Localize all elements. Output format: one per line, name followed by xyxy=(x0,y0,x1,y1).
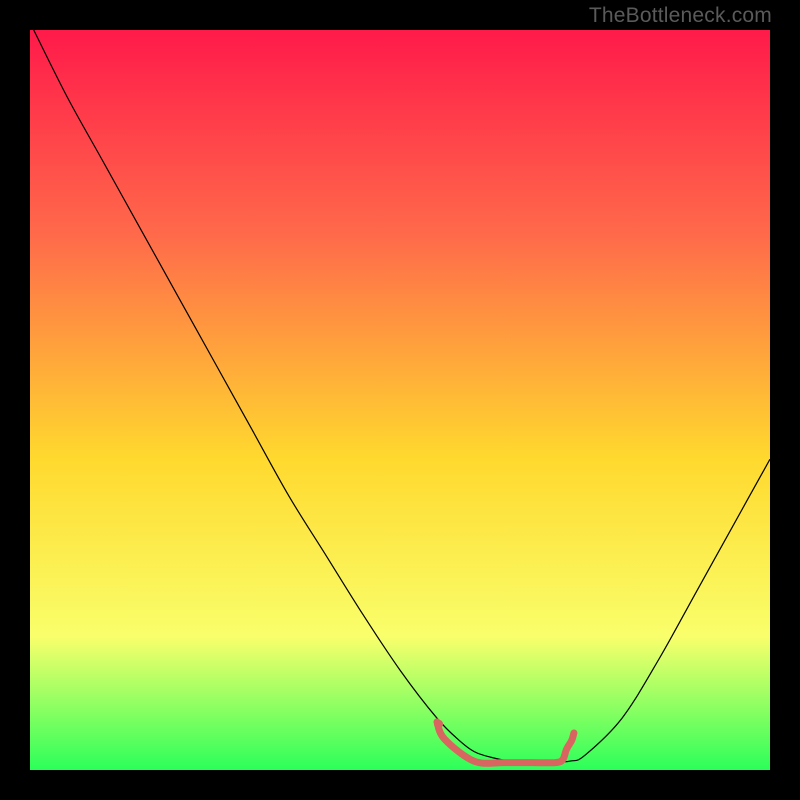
watermark-text: TheBottleneck.com xyxy=(589,4,772,28)
chart-container: TheBottleneck.com xyxy=(0,0,800,800)
plot-area xyxy=(30,30,770,770)
chart-svg xyxy=(30,30,770,770)
highlight-dot xyxy=(434,720,443,729)
